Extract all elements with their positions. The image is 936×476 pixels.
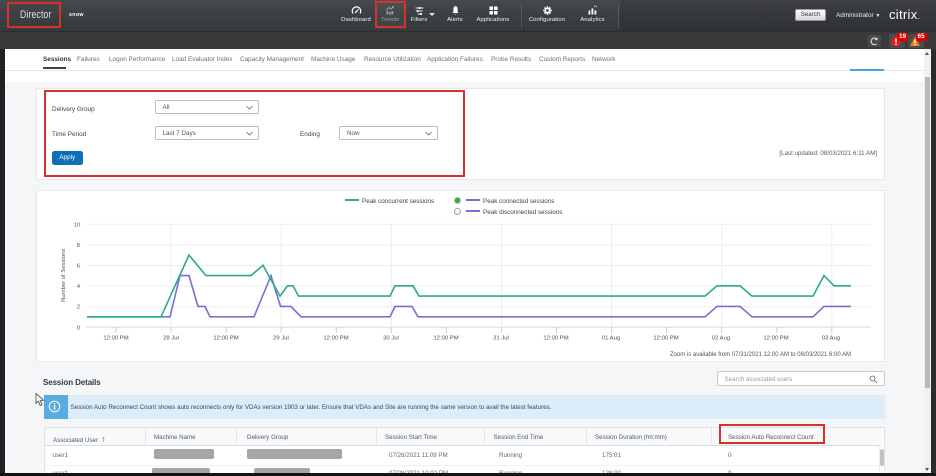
svg-text:Zoom is available from 07/31/2: Zoom is available from 07/31/2021 12:00 … (670, 351, 851, 357)
svg-text:12:00 PM: 12:00 PM (323, 335, 348, 341)
svg-text:02 Aug: 02 Aug (712, 335, 730, 341)
svg-text:28 Jul: 28 Jul (163, 335, 179, 341)
svg-text:4: 4 (77, 284, 81, 290)
svg-text:01 Aug: 01 Aug (602, 335, 620, 341)
svg-text:03 Aug: 03 Aug (822, 335, 840, 341)
svg-text:12:00 PM: 12:00 PM (653, 335, 678, 341)
svg-text:31 Jul: 31 Jul (493, 335, 509, 341)
svg-text:12:00 PM: 12:00 PM (213, 335, 238, 341)
svg-text:12:00 PM: 12:00 PM (433, 335, 458, 341)
svg-text:30 Jul: 30 Jul (383, 335, 399, 341)
svg-text:10: 10 (73, 222, 80, 228)
svg-text:12:00 PM: 12:00 PM (763, 335, 788, 341)
svg-text:6: 6 (77, 263, 81, 269)
svg-text:8: 8 (77, 242, 81, 248)
svg-text:Number of Sessions: Number of Sessions (61, 248, 67, 301)
svg-text:29 Jul: 29 Jul (273, 335, 289, 341)
svg-text:2: 2 (77, 304, 80, 310)
svg-text:12:00 PM: 12:00 PM (543, 335, 568, 341)
svg-text:0: 0 (77, 325, 81, 331)
svg-text:12:00 PM: 12:00 PM (103, 335, 128, 341)
